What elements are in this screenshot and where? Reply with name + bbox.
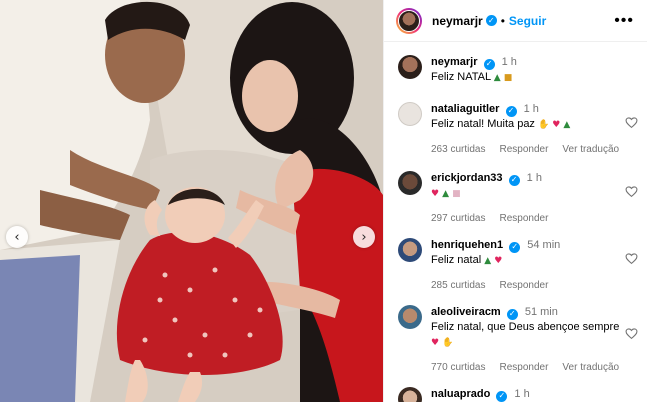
- like-heart-icon[interactable]: [625, 185, 638, 198]
- comment-avatar[interactable]: [398, 238, 422, 262]
- see-translation-button[interactable]: Ver tradução: [562, 142, 619, 157]
- caption: neymarjr ✓ 1 h Feliz NATAL ▲ ■: [398, 55, 638, 95]
- comment-likes[interactable]: 285 curtidas: [431, 278, 485, 293]
- comment-likes[interactable]: 770 curtidas: [431, 360, 485, 375]
- verified-badge-icon: ✓: [496, 390, 508, 402]
- comment-time: 1 h: [514, 388, 530, 400]
- post-photo: ‹ ›: [0, 0, 383, 402]
- comment-avatar[interactable]: [398, 387, 422, 402]
- heart-emoji: ♥: [431, 338, 440, 348]
- christmas-tree-emoji: ▲: [442, 189, 450, 199]
- verified-badge-icon: ✓: [508, 174, 520, 186]
- reply-button[interactable]: Responder: [499, 142, 548, 157]
- praying-hands-emoji: ✋: [442, 338, 454, 348]
- verified-badge-icon: ✓: [483, 58, 495, 70]
- comment-time: 1 h: [523, 103, 539, 115]
- previous-photo-button[interactable]: ‹: [6, 226, 28, 248]
- verified-badge-icon: ✓: [509, 241, 521, 253]
- comment-username[interactable]: henriquehen1: [431, 239, 503, 251]
- comment-username[interactable]: naluaprado: [431, 388, 490, 400]
- post-header: neymarjr ✓ • Seguir •••: [384, 0, 647, 42]
- comment-time: 1 h: [526, 172, 542, 184]
- comment-item: naluaprado ✓ 1 h: [398, 387, 638, 402]
- comment-username[interactable]: nataliaguitler: [431, 103, 499, 115]
- caption-username[interactable]: neymarjr: [431, 56, 477, 68]
- verified-badge-icon: ✓: [505, 105, 517, 117]
- author-avatar[interactable]: [396, 7, 422, 34]
- christmas-tree-emoji: ▲: [484, 256, 492, 266]
- comment-avatar[interactable]: [398, 305, 422, 329]
- comment-text: Feliz natal: [431, 254, 482, 266]
- christmas-tree-emoji: ▲: [563, 120, 571, 130]
- comment-text: Feliz natal, que Deus abençoe sempre: [431, 321, 620, 333]
- author-username[interactable]: neymarjr: [432, 14, 483, 28]
- comment-time: 54 min: [527, 239, 561, 251]
- comment-likes[interactable]: 263 curtidas: [431, 142, 485, 157]
- comment-likes[interactable]: 297 curtidas: [431, 211, 485, 226]
- comment-username[interactable]: erickjordan33: [431, 172, 503, 184]
- like-heart-icon[interactable]: [625, 252, 638, 265]
- verified-badge-icon: ✓: [506, 308, 518, 320]
- comment-username[interactable]: aleoliveiracm: [431, 306, 501, 318]
- follow-button[interactable]: Seguir: [509, 14, 546, 28]
- gift-emoji: ■: [452, 189, 461, 199]
- like-heart-icon[interactable]: [625, 327, 638, 340]
- comment-item: nataliaguitler ✓ 1 h Feliz natal! Muita …: [398, 102, 638, 162]
- verified-badge-icon: ✓: [485, 15, 497, 26]
- caption-avatar[interactable]: [398, 55, 422, 79]
- more-options-icon[interactable]: •••: [614, 12, 634, 30]
- gift-emoji: ■: [503, 73, 513, 83]
- reply-button[interactable]: Responder: [499, 360, 548, 375]
- heart-emoji: ♥: [494, 256, 503, 266]
- see-translation-button[interactable]: Ver tradução: [562, 360, 619, 375]
- comment-avatar[interactable]: [398, 102, 422, 126]
- comment-item: erickjordan33 ✓ 1 h ♥ ▲ ■ 297 curtidas R…: [398, 171, 638, 231]
- heart-emoji: ♥: [552, 120, 561, 130]
- christmas-tree-emoji: ▲: [493, 73, 501, 83]
- reply-button[interactable]: Responder: [499, 211, 548, 226]
- raised-hands-emoji: ✋: [538, 120, 550, 130]
- comment-time: 51 min: [524, 306, 558, 318]
- heart-emoji: ♥: [431, 189, 440, 199]
- caption-text: Feliz NATAL: [431, 71, 491, 83]
- comment-item: henriquehen1 ✓ 54 min Feliz natal ▲ ♥ 28…: [398, 238, 638, 298]
- like-heart-icon[interactable]: [625, 116, 638, 129]
- next-photo-button[interactable]: ›: [353, 226, 375, 248]
- comment-item: aleoliveiracm ✓ 51 min Feliz natal, que …: [398, 305, 638, 381]
- reply-button[interactable]: Responder: [499, 278, 548, 293]
- separator-dot: •: [500, 13, 505, 28]
- comment-avatar[interactable]: [398, 171, 422, 195]
- comment-text: Feliz natal! Muita paz: [431, 118, 535, 130]
- post-side-panel: neymarjr ✓ • Seguir ••• neymarjr ✓ 1 h F…: [383, 0, 647, 402]
- caption-time: 1 h: [501, 56, 517, 68]
- photo-illustration: [0, 0, 383, 402]
